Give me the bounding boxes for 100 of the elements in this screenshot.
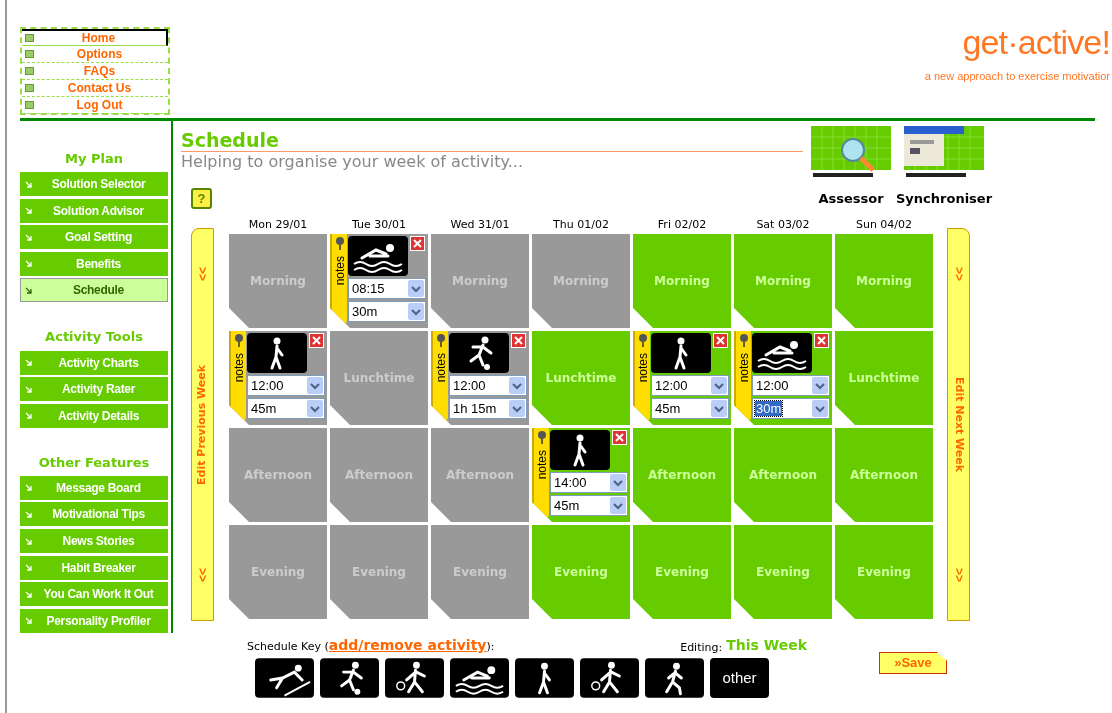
save-button[interactable]: »Save [879,652,947,674]
activity-key-icon [645,658,704,698]
day-header: Fri 02/02 [656,218,708,233]
close-icon [312,336,321,345]
remove-button[interactable] [713,333,728,348]
arrow-icon [25,207,32,215]
notes-label: notes [333,256,346,286]
activity-pictogram [247,333,307,373]
activity-key-icon [450,658,509,698]
time-slot[interactable]: Evening [633,525,731,619]
arrow-icon [25,484,32,492]
duration-select[interactable]: 30m [752,398,830,419]
activity-key-icon [515,658,574,698]
notes-tab[interactable]: notes [633,331,650,423]
arrow-icon [25,260,32,268]
sidebar-link[interactable]: Solution Selector [20,172,168,197]
editing-week: This Week [726,636,807,655]
slot-label: Morning [755,273,811,290]
notes-label: notes [434,353,447,383]
page-subtitle: Helping to organise your week of activity... [181,152,524,172]
slot-label: Morning [654,273,710,290]
duration-select[interactable]: 45m [651,398,729,419]
remove-button[interactable] [612,430,627,445]
arrows-label: << [194,267,211,281]
arrow-icon [25,359,32,367]
sidebar-link[interactable]: Schedule [20,278,168,303]
arrow-icon [25,412,32,420]
time-slot[interactable]: Morning [633,234,731,328]
sidebar-link[interactable]: Benefits [20,251,168,276]
sidebar-link[interactable]: News Stories [20,529,168,554]
sidebar-link[interactable]: Activity Rater [20,377,168,402]
help-button[interactable]: ? [191,188,212,209]
nav-link[interactable]: Options [22,46,168,63]
notes-tab[interactable]: notes [330,234,347,326]
notes-tab[interactable]: notes [734,331,751,423]
sidebar-link[interactable]: Motivational Tips [20,502,168,527]
time-select[interactable]: 12:00 [449,375,527,396]
day-header: Sat 03/02 [755,218,811,233]
nav-link[interactable]: Contact Us [22,80,168,97]
activity-pictogram [752,333,812,373]
tool-label[interactable]: Assessor [818,189,884,209]
remove-button[interactable] [511,333,526,348]
time-select[interactable]: 08:15 [348,278,426,299]
slot-label: Lunchtime [545,370,617,387]
day-header: Mon 29/01 [247,218,309,233]
slot-label: Afternoon [648,467,716,484]
previous-week-tab[interactable]: << Edit Previous Week << [191,228,214,621]
time-slot[interactable]: Morning [835,234,933,328]
time-select[interactable]: 14:00 [550,472,628,493]
pin-icon [738,333,749,347]
pin-icon [637,333,648,347]
other-activity-button[interactable]: other [710,658,769,698]
time-select[interactable]: 12:00 [247,375,325,396]
nav-link[interactable]: Home [22,29,168,46]
tab-label: Edit Next Week [951,376,967,473]
time-select[interactable]: 12:00 [651,375,729,396]
time-slot[interactable]: Evening [734,525,832,619]
pin-icon [334,236,345,250]
arrow-icon [25,537,32,545]
time-slot[interactable]: Lunchtime [835,331,933,425]
duration-select[interactable]: 45m [550,495,628,516]
sidebar-link[interactable]: Activity Charts [20,350,168,375]
day-header: Thu 01/02 [552,218,610,233]
time-slot[interactable]: Afternoon [633,428,731,522]
add-remove-link[interactable]: add/remove activity [328,637,487,653]
close-icon [615,433,624,442]
sidebar-link[interactable]: Personality Profiler [20,608,168,633]
next-week-tab[interactable]: >> Edit Next Week >> [947,228,970,621]
remove-button[interactable] [814,333,829,348]
slot-label: Evening [655,564,709,581]
remove-button[interactable] [309,333,324,348]
time-slot[interactable]: Afternoon [734,428,832,522]
tool-label[interactable]: Synchroniser [896,189,993,209]
sidebar-link[interactable]: Activity Details [20,403,168,428]
sidebar-link[interactable]: Habit Breaker [20,555,168,580]
sidebar-link[interactable]: Solution Advisor [20,198,168,223]
sidebar-link[interactable]: You Can Work It Out [20,582,168,607]
notes-tab[interactable]: notes [431,331,448,423]
close-icon [514,336,523,345]
arrows-label: >> [950,267,967,281]
duration-select[interactable]: 1h 15m [449,398,527,419]
sidebar-link[interactable]: Goal Setting [20,225,168,250]
time-slot[interactable]: Morning [734,234,832,328]
remove-button[interactable] [410,236,425,251]
slot-label: Afternoon [749,467,817,484]
time-select[interactable]: 12:00 [752,375,830,396]
time-slot[interactable]: Evening [835,525,933,619]
section-heading: My Plan [64,150,124,168]
notes-tab[interactable]: notes [229,331,246,423]
time-slot[interactable]: Evening [532,525,630,619]
nav-link[interactable]: FAQs [22,63,168,80]
duration-select[interactable]: 45m [247,398,325,419]
time-slot[interactable]: Lunchtime [532,331,630,425]
time-slot[interactable]: Afternoon [835,428,933,522]
sidebar-link[interactable]: Message Board [20,475,168,500]
activity-key-icon [320,658,379,698]
duration-select[interactable]: 30m [348,301,426,322]
notes-tab[interactable]: notes [532,428,549,520]
activity-key-icon [385,658,444,698]
nav-link[interactable]: Log Out [22,97,168,114]
